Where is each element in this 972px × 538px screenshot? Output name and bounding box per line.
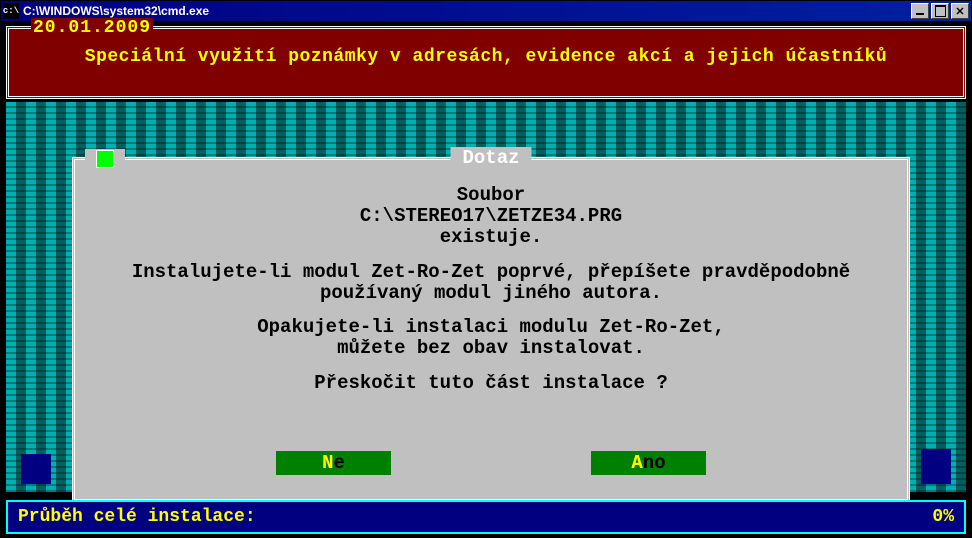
dialog-para-file: Soubor C:\STEREO17\ZETZE34.PRG existuje. bbox=[95, 185, 887, 248]
yes-button[interactable]: Ano bbox=[591, 451, 706, 475]
progress-bar: Průběh celé instalace: 0% bbox=[6, 500, 966, 534]
close-icon bbox=[97, 151, 113, 167]
dialog-close-control[interactable] bbox=[85, 149, 125, 169]
banner-date: 20.01.2009 bbox=[31, 18, 153, 38]
dialog-para-first-install: Instalujete-li modul Zet-Ro-Zet poprvé, … bbox=[95, 262, 887, 304]
window-title: C:\WINDOWS\system32\cmd.exe bbox=[23, 4, 911, 18]
close-button[interactable] bbox=[951, 3, 969, 19]
dialog-para2a: Instalujete-li modul Zet-Ro-Zet poprvé, … bbox=[95, 262, 887, 283]
dialog-line2: C:\STEREO17\ZETZE34.PRG bbox=[95, 206, 887, 227]
cmd-icon: c:\ bbox=[3, 3, 19, 19]
dialog-para-repeat-install: Opakujete-li instalaci modulu Zet-Ro-Zet… bbox=[95, 317, 887, 359]
no-button[interactable]: Ne bbox=[276, 451, 391, 475]
dialog-line1: Soubor bbox=[95, 185, 887, 206]
yes-button-rest: no bbox=[643, 452, 666, 474]
dialog-title: Dotaz bbox=[450, 147, 531, 169]
dialog-para3a: Opakujete-li instalaci modulu Zet-Ro-Zet… bbox=[95, 317, 887, 338]
no-button-hotkey: N bbox=[322, 452, 333, 474]
no-button-rest: e bbox=[334, 452, 345, 474]
minimize-button[interactable] bbox=[911, 3, 929, 19]
progress-label: Průběh celé instalace: bbox=[18, 507, 256, 527]
progress-percent: 0% bbox=[932, 507, 954, 527]
yes-button-hotkey: A bbox=[631, 452, 642, 474]
dialog-line3: existuje. bbox=[95, 227, 887, 248]
dialog-question: Přeskočit tuto část instalace ? bbox=[95, 373, 887, 394]
maximize-button[interactable] bbox=[931, 3, 949, 19]
dialog-body: Soubor C:\STEREO17\ZETZE34.PRG existuje.… bbox=[75, 160, 907, 394]
dialog-para3b: můžete bez obav instalovat. bbox=[95, 338, 887, 359]
console-area: 20.01.2009 Speciální využití poznámky v … bbox=[0, 22, 972, 538]
header-banner: 20.01.2009 Speciální využití poznámky v … bbox=[6, 26, 966, 99]
window-buttons bbox=[911, 3, 969, 19]
dialog-dotaz: Dotaz Soubor C:\STEREO17\ZETZE34.PRG exi… bbox=[72, 157, 910, 502]
dialog-buttons: Ne Ano bbox=[75, 451, 907, 475]
dialog-para2b: používaný modul jiného autora. bbox=[95, 283, 887, 304]
